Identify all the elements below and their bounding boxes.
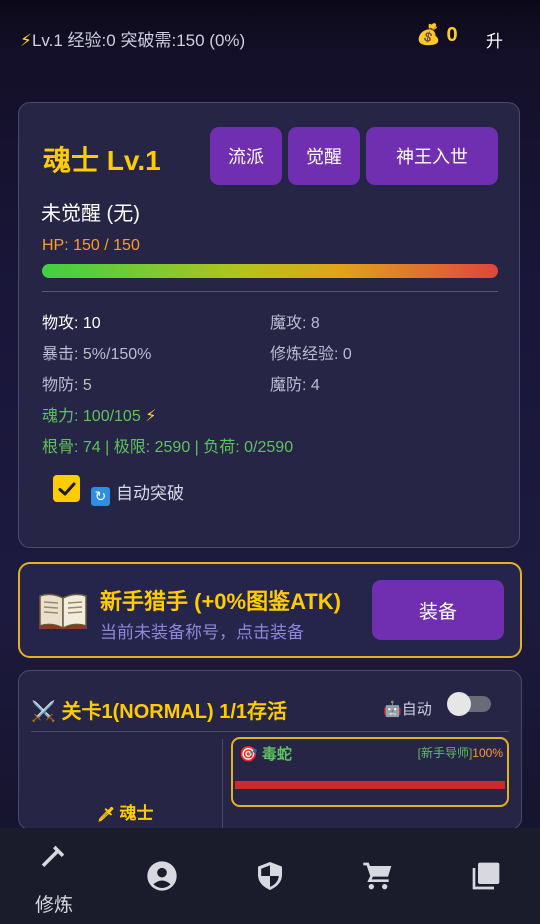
shield-icon xyxy=(258,862,282,890)
soul-power-stat: 魂力: 100/105 ⚡ xyxy=(42,402,156,426)
phys-atk-value: 10 xyxy=(82,315,101,332)
dagger-icon: 🗡 xyxy=(97,806,115,822)
soul-power-text: 魂力: 100/105 xyxy=(42,408,141,425)
phys-atk-stat: 物攻: 10 xyxy=(42,309,101,333)
phys-atk-label: 物攻: xyxy=(42,315,79,332)
divider xyxy=(31,731,509,732)
level-text: Lv.1 xyxy=(31,31,63,50)
nav-collection[interactable] xyxy=(432,828,540,924)
top-status-bar: ⚡Lv.1 经验:0 突破需:150 (0%) 💰 0 升 xyxy=(0,0,540,74)
money-display: 💰 0 xyxy=(416,22,458,47)
enemy-name-row: 🎯 毒蛇 xyxy=(239,743,292,764)
god-king-button[interactable]: 神王入世 xyxy=(366,127,498,185)
hero-unit: 🗡 魂士 xyxy=(97,799,154,824)
open-book-icon xyxy=(39,593,87,630)
bone-stat: 根骨: 74 | 极限: 2590 | 负荷: 0/2590 xyxy=(42,439,294,456)
hammer-icon xyxy=(41,845,65,867)
mag-atk-stat: 魔攻: 8 xyxy=(270,315,320,332)
nav-equipment[interactable] xyxy=(216,828,324,924)
money-bag-icon: 💰 xyxy=(416,24,441,46)
awaken-button[interactable]: 觉醒 xyxy=(288,127,360,185)
auto-breakthrough-label[interactable]: ↻ 自动突破 xyxy=(91,479,184,506)
cult-exp-stat: 修炼经验: 0 xyxy=(270,346,352,363)
bolt-icon: ⚡ xyxy=(20,31,32,50)
character-name: 魂士 Lv.1 xyxy=(43,145,161,176)
awakening-status: 未觉醒 (无) xyxy=(41,203,140,225)
bolt-icon: ⚡ xyxy=(145,408,157,425)
title-subtitle: 当前未装备称号，点击装备 xyxy=(100,623,304,642)
auto-battle-toggle[interactable] xyxy=(447,692,491,716)
library-icon xyxy=(472,862,500,890)
title-card[interactable]: 新手猎手 (+0%图鉴ATK) 当前未装备称号，点击装备 装备 xyxy=(18,562,522,658)
hp-text: HP: 150 / 150 xyxy=(42,237,140,254)
mag-def-stat: 魔防: 4 xyxy=(270,377,320,394)
equip-button[interactable]: 装备 xyxy=(372,580,504,640)
enemy-card[interactable]: 🎯 毒蛇 [新手导师]100% xyxy=(231,737,509,807)
hero-name: 魂士 xyxy=(119,804,154,823)
bottom-nav: 修炼 xyxy=(0,828,540,924)
crossed-swords-icon: ⚔️ xyxy=(31,701,56,723)
auto-battle-label: 🤖自动 xyxy=(383,698,432,719)
auto-battle-text: 自动 xyxy=(401,701,432,718)
nav-cultivate[interactable]: 修炼 xyxy=(0,828,108,924)
nav-profile[interactable] xyxy=(108,828,216,924)
character-card: 魂士 Lv.1 流派 觉醒 神王入世 未觉醒 (无) HP: 150 / 150… xyxy=(18,102,520,548)
level-status: ⚡Lv.1 经验:0 突破需:150 (0%) xyxy=(20,26,245,51)
stage-title-text: 关卡1(NORMAL) 1/1存活 xyxy=(61,701,288,723)
check-icon xyxy=(58,482,75,495)
nav-shop[interactable] xyxy=(324,828,432,924)
upgrade-button[interactable]: 升 xyxy=(486,27,503,52)
enemy-tag-row: [新手导师]100% xyxy=(418,744,503,761)
nav-label: 修炼 xyxy=(34,895,73,916)
money-amount: 0 xyxy=(446,24,458,46)
breakthrough-text: 突破需:150 (0%) xyxy=(120,31,246,50)
phys-def-stat: 物防: 5 xyxy=(42,377,92,394)
exp-text: 经验:0 xyxy=(67,31,116,50)
hp-bar xyxy=(42,264,498,278)
enemy-hp-percent: 100% xyxy=(472,746,503,760)
cart-icon xyxy=(363,862,392,890)
divider xyxy=(222,739,223,829)
divider xyxy=(42,291,498,292)
robot-icon: 🤖 xyxy=(383,701,402,718)
enemy-name: 毒蛇 xyxy=(261,746,292,763)
enemy-hp-bar xyxy=(235,781,505,789)
auto-breakthrough-checkbox[interactable] xyxy=(53,475,80,502)
refresh-icon: ↻ xyxy=(91,487,110,506)
account-circle-icon xyxy=(147,861,177,891)
toggle-knob xyxy=(447,692,471,716)
school-button[interactable]: 流派 xyxy=(210,127,282,185)
crit-stat: 暴击: 5%/150% xyxy=(42,346,152,363)
stage-title: ⚔️ 关卡1(NORMAL) 1/1存活 xyxy=(31,695,287,724)
stage-card: ⚔️ 关卡1(NORMAL) 1/1存活 🤖自动 🗡 魂士 🎯 毒蛇 [新手导师… xyxy=(18,670,522,830)
title-name: 新手猎手 (+0%图鉴ATK) xyxy=(100,589,341,614)
enemy-tag: [新手导师] xyxy=(417,746,473,760)
auto-breakthrough-text: 自动突破 xyxy=(116,484,184,503)
target-icon: 🎯 xyxy=(239,746,258,763)
